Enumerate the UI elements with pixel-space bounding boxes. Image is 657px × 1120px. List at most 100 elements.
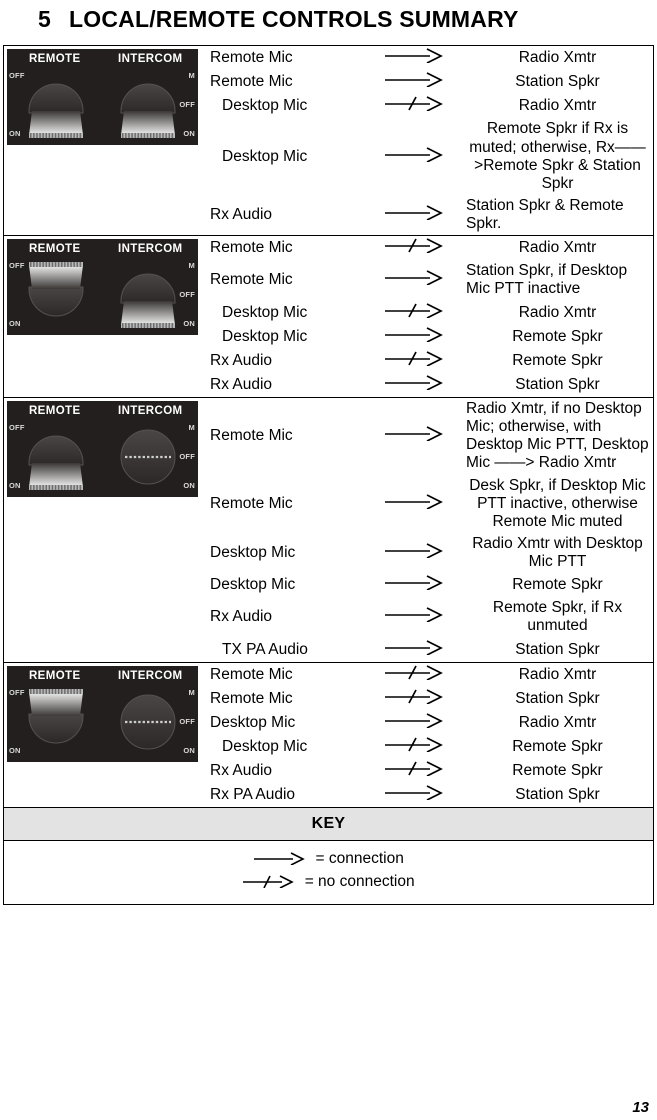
signal-row: Rx Audio Remote Spkr, if Rx unmuted: [204, 597, 653, 637]
intercom-switch[interactable]: M OFF ON: [103, 259, 198, 331]
panel-headers: REMOTE INTERCOM: [7, 53, 198, 65]
remote-switch-off-label: OFF: [9, 261, 25, 271]
signal-arrow-icon: [370, 759, 462, 783]
signal-source: Rx Audio: [210, 375, 273, 393]
signal-row: Desktop Mic Radio Xmtr: [204, 711, 653, 735]
no-connection-arrow-icon: [242, 874, 300, 895]
signal-destination: Radio Xmtr: [518, 665, 597, 683]
panel-cell: REMOTE INTERCOM OFF ON M OFF ON: [4, 236, 204, 336]
signal-arrow-icon: [370, 573, 462, 597]
intercom-switch-m-label: M: [188, 687, 195, 697]
signal-destination: Remote Spkr, if Rx unmuted: [492, 599, 623, 635]
signal-source: Remote Mic: [210, 689, 293, 707]
signal-source: Desktop Mic: [222, 327, 308, 345]
signal-source: Desktop Mic: [222, 738, 308, 755]
intercom-switch-off-label: OFF: [179, 100, 195, 109]
remote-switch[interactable]: OFF ON: [7, 69, 102, 141]
signal-destination: Station Spkr: [515, 640, 600, 658]
signal-arrow-icon: [370, 533, 462, 573]
signal-destination: Station Spkr: [515, 73, 600, 91]
page-title: 5 LOCAL/REMOTE CONTROLS SUMMARY: [38, 0, 657, 33]
signal-arrow-icon: [370, 260, 462, 300]
intercom-switch[interactable]: M OFF ON: [103, 421, 198, 493]
remote-switch-off-label: OFF: [9, 71, 25, 80]
signal-row: Desktop Mic Remote Spkr: [204, 735, 653, 759]
signal-source: Remote Mic: [210, 49, 293, 66]
section-title: LOCAL/REMOTE CONTROLS SUMMARY: [69, 6, 519, 32]
signal-row: Remote Mic Desk Spkr, if Desktop Mic PTT …: [204, 475, 653, 533]
signal-destination: Remote Spkr: [512, 327, 603, 345]
signal-arrow-icon: [370, 325, 462, 349]
panel-label-remote: REMOTE: [28, 405, 81, 417]
connection-arrow-icon: [253, 851, 311, 872]
control-panel-graphic: REMOTE INTERCOM OFF ON M OFF ON: [7, 665, 198, 762]
signal-source: Remote Mic: [210, 239, 293, 257]
signal-row: Desktop Mic Remote Spkr if Rx is muted; o…: [204, 118, 653, 195]
signal-destination: Remote Spkr if Rx is muted; otherwise, R…: [469, 120, 646, 192]
intercom-switch-m-label: M: [188, 423, 195, 432]
signal-destination: Station Spkr, if Desktop Mic PTT inactiv…: [466, 262, 628, 298]
panel-headers: REMOTE INTERCOM: [7, 670, 198, 682]
remote-switch-on-label: ON: [9, 481, 21, 490]
signal-arrow-icon: [370, 195, 462, 235]
signal-source: Remote Mic: [210, 73, 293, 91]
signal-row: Rx PA Audio Station Spkr: [204, 783, 653, 807]
signal-arrow-icon: [370, 349, 462, 373]
panel-label-intercom: INTERCOM: [117, 53, 183, 65]
intercom-switch[interactable]: M OFF ON: [103, 686, 198, 758]
remote-switch[interactable]: OFF ON: [7, 421, 102, 493]
signal-source: Desktop Mic: [210, 543, 296, 561]
signal-destination: Radio Xmtr: [518, 303, 597, 321]
signal-source: Rx Audio: [210, 608, 273, 626]
signal-rows: Remote Mic Radio Xmtr Remote Mic Station Sp…: [204, 46, 653, 235]
signal-row: Rx Audio Remote Spkr: [204, 349, 653, 373]
section-number: 5: [38, 6, 51, 32]
remote-switch-off-label: OFF: [9, 423, 25, 432]
signal-destination: Station Spkr: [515, 689, 600, 707]
intercom-switch-off-label: OFF: [179, 290, 195, 300]
panel-headers: REMOTE INTERCOM: [7, 243, 198, 255]
signal-destination: Station Spkr & Remote Spkr.: [466, 196, 624, 232]
control-panel-graphic: REMOTE INTERCOM OFF ON M OFF ON: [7, 401, 198, 497]
signal-source: Remote Mic: [210, 665, 293, 683]
signal-destination: Desk Spkr, if Desktop Mic PTT inactive, …: [469, 476, 646, 530]
signal-arrow-icon: [370, 301, 462, 325]
signal-destination: Remote Spkr: [512, 351, 603, 369]
intercom-switch[interactable]: M OFF ON: [103, 69, 198, 141]
signal-row: Desktop Mic Remote Spkr: [204, 325, 653, 349]
key-connection-line: = connection: [4, 849, 653, 872]
signal-arrow-icon: [370, 475, 462, 533]
signal-row: Remote Mic Station Spkr: [204, 687, 653, 711]
signal-destination: Station Spkr: [515, 786, 600, 804]
signal-rows: Remote Mic Radio Xmtr Remote Mic Station Sp…: [204, 663, 653, 808]
summary-section: REMOTE INTERCOM OFF ON M OFF ON Remote Mic Radio…: [4, 236, 653, 398]
signal-destination: Radio Xmtr with Desktop Mic PTT: [472, 534, 643, 570]
panel-label-intercom: INTERCOM: [117, 243, 183, 256]
remote-switch[interactable]: OFF ON: [7, 259, 102, 331]
signal-source: Rx Audio: [210, 351, 273, 369]
signal-row: Remote Mic Station Spkr, if Desktop Mic P…: [204, 260, 653, 300]
signal-arrow-icon: [370, 94, 462, 118]
signal-row: Remote Mic Radio Xmtr: [204, 663, 653, 687]
key-connection-label: = connection: [315, 850, 404, 868]
signal-row: Remote Mic Station Spkr: [204, 70, 653, 94]
remote-switch[interactable]: OFF ON: [7, 686, 102, 758]
signal-destination: Remote Spkr: [512, 738, 603, 755]
panel-label-remote: REMOTE: [28, 243, 81, 256]
intercom-switch-on-label: ON: [183, 745, 195, 755]
control-panel-graphic: REMOTE INTERCOM OFF ON M OFF ON: [7, 49, 198, 145]
signal-row: Rx Audio Remote Spkr: [204, 759, 653, 783]
remote-switch-on-label: ON: [9, 129, 21, 138]
signal-row: Rx Audio Station Spkr & Remote Spkr.: [204, 195, 653, 235]
signal-row: Desktop Mic Radio Xmtr: [204, 94, 653, 118]
signal-destination: Radio Xmtr, if no Desktop Mic; otherwise…: [466, 400, 649, 472]
panel-label-intercom: INTERCOM: [117, 669, 183, 682]
intercom-switch-on-label: ON: [183, 129, 195, 138]
signal-rows: Remote Mic Radio Xmtr, if no Desktop Mic;…: [204, 398, 653, 662]
intercom-switch-off-label: OFF: [179, 716, 195, 726]
signal-arrow-icon: [370, 687, 462, 711]
panel-label-remote: REMOTE: [28, 669, 81, 682]
page-number: 13: [632, 1099, 649, 1116]
signal-source: Rx PA Audio: [210, 786, 296, 804]
signal-arrow-icon: [370, 735, 462, 759]
